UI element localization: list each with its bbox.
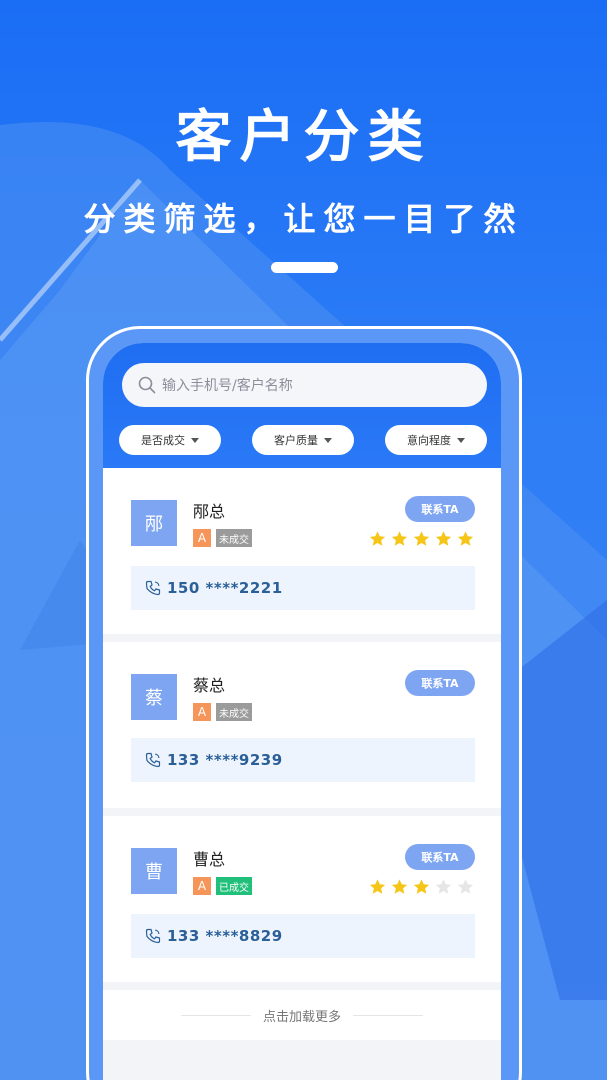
- filter-label: 是否成交: [141, 434, 185, 447]
- star-empty-icon: [435, 879, 452, 894]
- chevron-down-icon: [191, 437, 199, 443]
- divider: [353, 1014, 423, 1016]
- grade-badge: A: [193, 703, 211, 721]
- chevron-down-icon: [457, 437, 465, 443]
- search-icon: [138, 376, 156, 394]
- phone-number: 150 ****2221: [167, 579, 283, 597]
- load-more-button[interactable]: 点击加载更多: [103, 990, 501, 1040]
- customer-card[interactable]: 曹 曹总 A 已成交 联系TA 133 ****8829: [103, 816, 501, 982]
- title-divider: [271, 262, 338, 273]
- load-more-label: 点击加载更多: [262, 1009, 341, 1025]
- chevron-down-icon: [324, 437, 332, 443]
- customer-card[interactable]: 蔡 蔡总 A 未成交 联系TA 133 ****9239: [103, 642, 501, 808]
- filter-intent-level[interactable]: 意向程度: [385, 425, 487, 455]
- status-badge: 未成交: [216, 529, 252, 547]
- phone-row[interactable]: 150 ****2221: [131, 566, 475, 610]
- page-title: 客户分类: [175, 105, 432, 170]
- avatar: 曹: [131, 848, 177, 894]
- filter-label: 意向程度: [407, 434, 451, 447]
- search-input[interactable]: 输入手机号/客户名称: [122, 363, 487, 407]
- status-badge: 未成交: [216, 703, 252, 721]
- phone-icon: [145, 752, 161, 768]
- rating-stars: [365, 530, 475, 548]
- customer-name: 邴总: [193, 502, 226, 521]
- phone-number: 133 ****9239: [167, 751, 283, 769]
- contact-button[interactable]: 联系TA: [405, 844, 475, 870]
- filter-deal-status[interactable]: 是否成交: [119, 425, 221, 455]
- contact-button[interactable]: 联系TA: [405, 670, 475, 696]
- divider: [180, 1014, 251, 1016]
- star-filled-icon: [369, 531, 386, 546]
- phone-icon: [145, 928, 161, 944]
- phone-icon: [145, 580, 161, 596]
- customer-name: 曹总: [193, 850, 226, 869]
- star-filled-icon: [369, 879, 386, 894]
- star-filled-icon: [457, 531, 474, 546]
- contact-button[interactable]: 联系TA: [405, 496, 475, 522]
- filter-label: 客户质量: [274, 434, 318, 447]
- star-empty-icon: [457, 879, 474, 894]
- filter-customer-quality[interactable]: 客户质量: [252, 425, 354, 455]
- status-badge: 已成交: [216, 877, 252, 895]
- star-filled-icon: [391, 531, 408, 546]
- customer-name: 蔡总: [193, 676, 226, 695]
- star-filled-icon: [435, 531, 452, 546]
- phone-screen: 输入手机号/客户名称 是否成交 客户质量 意向程度 邴 邴总 A 未成交 联系T…: [103, 343, 501, 1080]
- phone-row[interactable]: 133 ****9239: [131, 738, 475, 782]
- rating-stars: [365, 878, 475, 896]
- grade-badge: A: [193, 877, 211, 895]
- avatar: 蔡: [131, 674, 177, 720]
- filter-bar: 是否成交 客户质量 意向程度: [119, 425, 489, 455]
- page-subtitle: 分类筛选，让您一目了然: [83, 200, 524, 238]
- customer-card[interactable]: 邴 邴总 A 未成交 联系TA 150 ****2221: [103, 468, 501, 634]
- grade-badge: A: [193, 529, 211, 547]
- star-filled-icon: [413, 531, 430, 546]
- search-placeholder: 输入手机号/客户名称: [162, 378, 293, 394]
- screen-header: 输入手机号/客户名称 是否成交 客户质量 意向程度: [103, 343, 501, 468]
- star-filled-icon: [413, 879, 430, 894]
- customer-list: 邴 邴总 A 未成交 联系TA 150 ****2221 蔡 蔡总 A 未成交 …: [103, 468, 501, 1040]
- star-filled-icon: [391, 879, 408, 894]
- avatar: 邴: [131, 500, 177, 546]
- phone-row[interactable]: 133 ****8829: [131, 914, 475, 958]
- phone-number: 133 ****8829: [167, 927, 283, 945]
